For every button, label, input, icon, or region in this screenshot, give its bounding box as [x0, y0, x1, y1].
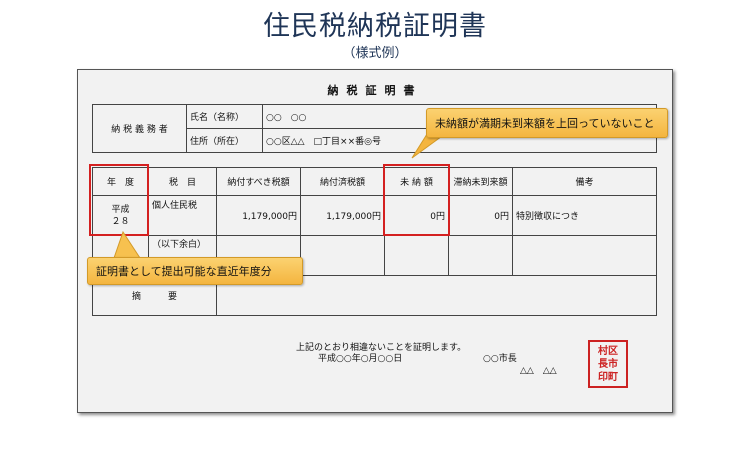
callout-pointers — [113, 122, 462, 259]
year-callout: 証明書として提出可能な直近年度分 — [87, 257, 303, 285]
unpaid-callout: 未納額が満期未到来額を上回っていないこと — [426, 108, 668, 138]
year-pointer — [113, 230, 141, 259]
